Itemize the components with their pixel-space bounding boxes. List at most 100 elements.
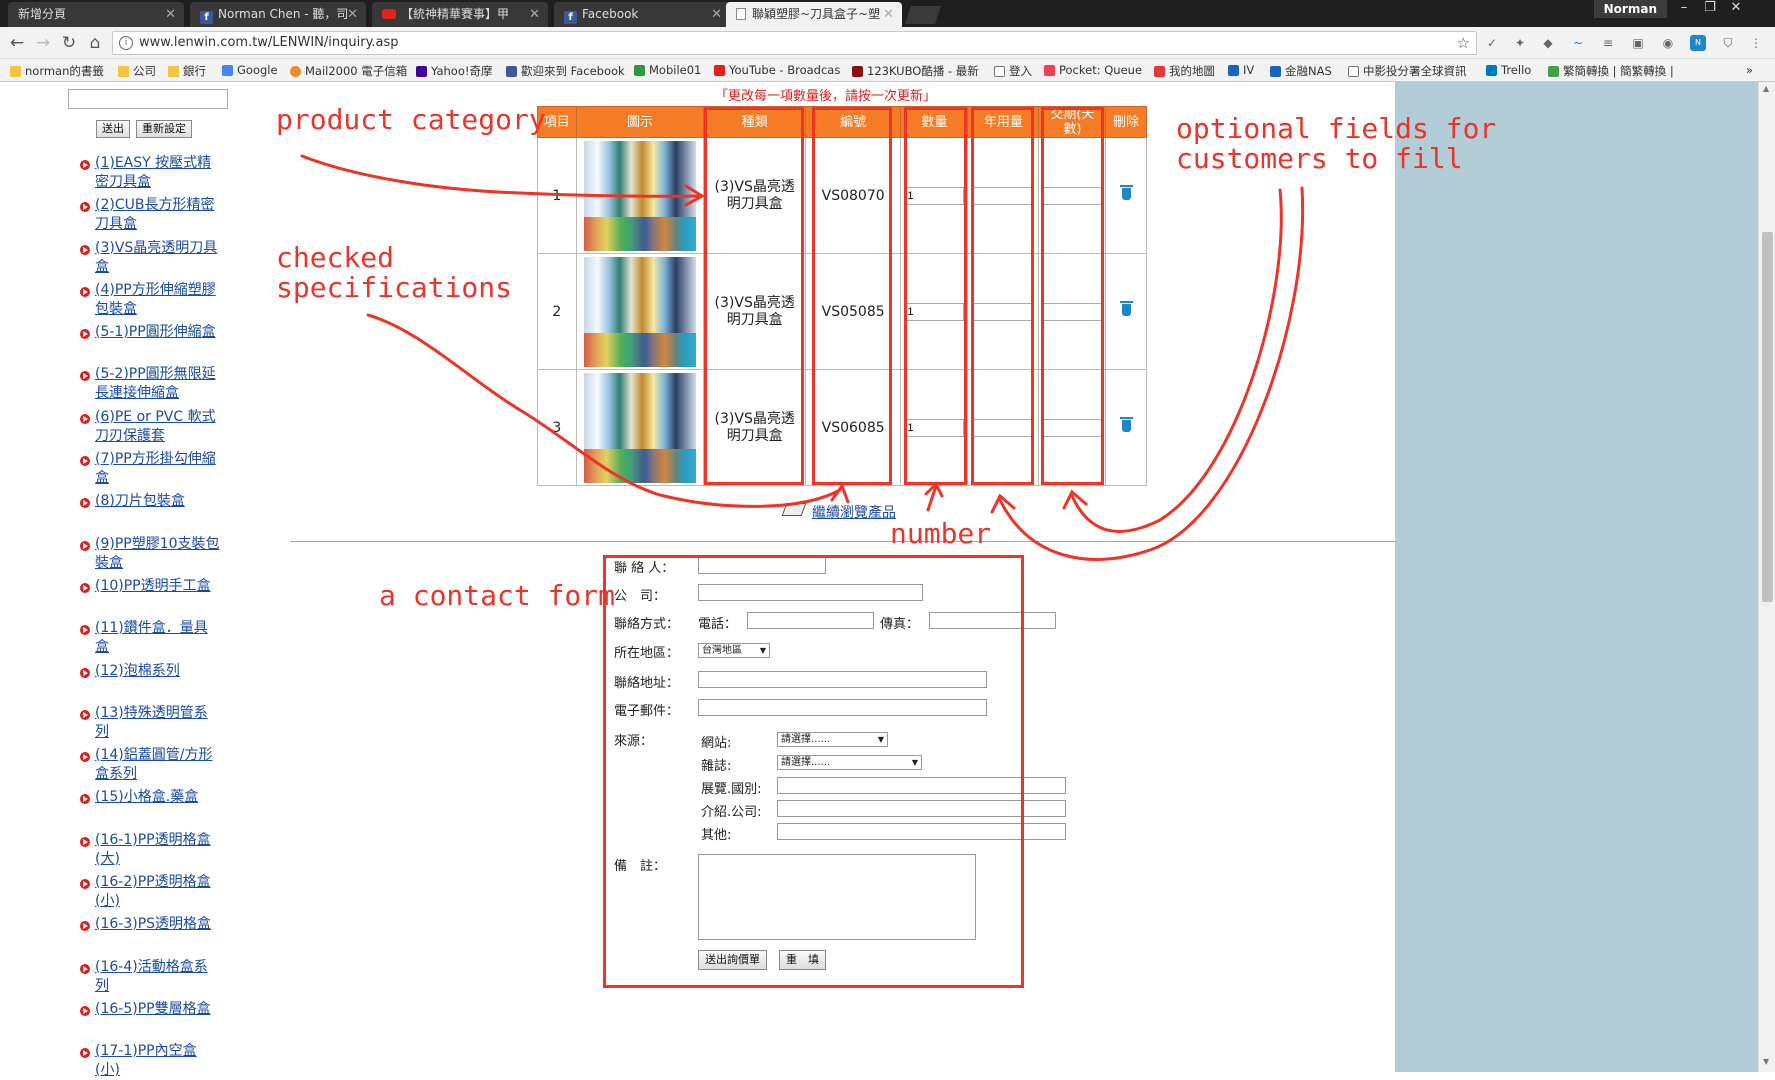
scroll-thumb[interactable]	[1762, 232, 1773, 602]
wave-ext-icon[interactable]: ~	[1570, 35, 1586, 51]
tab-new[interactable]: 新增分頁 ✕	[8, 2, 184, 27]
shield-ext-icon[interactable]: ⛉	[1720, 35, 1736, 51]
sidebar-category-link[interactable]: (17-1)PP內空盒(小)	[95, 1042, 220, 1080]
close-icon[interactable]: ✕	[165, 2, 176, 27]
sidebar-category-item[interactable]: (6)PE or PVC 軟式刀刃保護套	[80, 408, 220, 450]
sidebar-category-item[interactable]: (4)PP方形伸縮塑膠包裝盒	[80, 281, 220, 323]
sidebar-category-item[interactable]: (15)小格盒.藥盒	[80, 788, 220, 830]
sidebar-category-item[interactable]: (17-1)PP內空盒(小)	[80, 1042, 220, 1080]
minimize-icon[interactable]: –	[1671, 0, 1697, 18]
sidebar-category-item[interactable]: (16-4)活動格盒系列	[80, 958, 220, 1000]
sidebar-category-item[interactable]: (8)刀片包裝盒	[80, 492, 220, 534]
trash-icon[interactable]	[1119, 184, 1133, 200]
sidebar-category-link[interactable]: (6)PE or PVC 軟式刀刃保護套	[95, 408, 220, 446]
sidebar-category-item[interactable]: (16-2)PP透明格盒(小)	[80, 873, 220, 915]
sidebar-category-item[interactable]: (12)泡棉系列	[80, 662, 220, 704]
sidebar-category-link[interactable]: (7)PP方形掛勾伸縮盒	[95, 450, 220, 488]
info-icon[interactable]: i	[119, 36, 133, 50]
extension-icon[interactable]: ✦	[1512, 35, 1528, 51]
bookmark-item[interactable]: 銀行	[168, 63, 206, 79]
sidebar-category-item[interactable]: (13)特殊透明管系列	[80, 704, 220, 746]
sidebar-search-input[interactable]	[68, 89, 228, 109]
bookmark-item[interactable]: 123KUBO酷播 - 最新	[852, 63, 979, 79]
bookmark-item[interactable]: Google	[222, 63, 278, 77]
bookmark-item[interactable]: 公司	[118, 63, 156, 79]
bookmark-item[interactable]: 繁簡轉換 | 簡繁轉換 |	[1548, 63, 1674, 79]
close-icon[interactable]: ✕	[529, 2, 540, 27]
profile-button[interactable]: Norman	[1593, 0, 1667, 18]
bookmark-item[interactable]: IV	[1228, 63, 1254, 77]
new-tab-button[interactable]	[905, 6, 941, 24]
sidebar-category-link[interactable]: (5-2)PP圓形無限延長連接伸縮盒	[95, 365, 220, 403]
scroll-down-icon[interactable]: ▼	[1763, 1057, 1769, 1066]
reload-icon[interactable]: ↻	[58, 32, 80, 54]
tab-norman[interactable]: f Norman Chen - 聽，司 ✕	[190, 2, 366, 27]
bookmark-item[interactable]: Mail2000 電子信箱	[290, 63, 407, 79]
continue-browsing-link[interactable]: 繼續瀏覽產品	[812, 502, 896, 522]
sidebar-category-item[interactable]: (10)PP透明手工盒	[80, 577, 220, 619]
close-icon[interactable]: ✕	[883, 2, 894, 27]
sidebar-category-item[interactable]: (1)EASY 按壓式精密刀具盒	[80, 154, 220, 196]
sidebar-category-link[interactable]: (16-1)PP透明格盒(大)	[95, 831, 220, 869]
sidebar-category-link[interactable]: (8)刀片包裝盒	[95, 492, 220, 511]
sidebar-category-item[interactable]: (3)VS晶亮透明刀具盒	[80, 239, 220, 281]
sidebar-category-link[interactable]: (16-3)PS透明格盒	[95, 915, 220, 934]
extension-icon[interactable]: ≡	[1600, 35, 1616, 51]
back-icon[interactable]: ←	[6, 32, 28, 54]
sidebar-category-item[interactable]: (16-5)PP雙層格盒	[80, 1000, 220, 1042]
sidebar-category-link[interactable]: (1)EASY 按壓式精密刀具盒	[95, 154, 220, 192]
bookmark-item[interactable]: 中影投分署全球資訊	[1348, 63, 1467, 79]
sidebar-category-link[interactable]: (3)VS晶亮透明刀具盒	[95, 239, 220, 277]
product-image[interactable]	[584, 256, 696, 367]
sidebar-category-link[interactable]: (5-1)PP圓形伸縮盒	[95, 323, 220, 342]
url-input[interactable]: i www.lenwin.com.tw/LENWIN/inquiry.asp ☆	[112, 31, 1477, 55]
bookmark-item[interactable]: Mobile01	[634, 63, 701, 77]
sidebar-submit-button[interactable]: 送出	[96, 120, 130, 138]
restore-icon[interactable]: ❐	[1697, 0, 1723, 18]
product-image[interactable]	[584, 372, 696, 483]
extension-icon[interactable]: ◉	[1660, 35, 1676, 51]
sidebar-category-item[interactable]: (9)PP塑膠10支裝包裝盒	[80, 535, 220, 577]
bookmark-item[interactable]: 登入	[994, 63, 1032, 79]
scrollbar[interactable]: ▲ ▼	[1758, 82, 1775, 1072]
window-close-icon[interactable]: ✕	[1723, 0, 1749, 18]
pocket-ext-icon[interactable]: ◆	[1540, 35, 1556, 51]
sidebar-category-link[interactable]: (11)鑽件盒．量具盒	[95, 619, 220, 657]
bookmark-item[interactable]: norman的書籤	[10, 63, 104, 79]
bookmark-item[interactable]: Pocket: Queue	[1044, 63, 1142, 77]
bookmark-item[interactable]: 金融NAS	[1270, 63, 1332, 79]
menu-icon[interactable]: ⋮	[1748, 35, 1764, 51]
tab-youtube[interactable]: 【統神精華賽事】甲 ✕	[372, 2, 548, 27]
sidebar-category-link[interactable]: (15)小格盒.藥盒	[95, 788, 220, 807]
bookmarks-overflow-icon[interactable]: »	[1746, 63, 1753, 77]
bookmark-item[interactable]: 歡迎來到 Facebook	[506, 63, 625, 79]
home-icon[interactable]: ⌂	[84, 32, 106, 54]
new-ext-icon[interactable]: N	[1690, 35, 1706, 51]
sidebar-category-link[interactable]: (10)PP透明手工盒	[95, 577, 220, 596]
close-icon[interactable]: ✕	[711, 2, 722, 27]
sidebar-category-link[interactable]: (12)泡棉系列	[95, 662, 220, 681]
bookmark-item[interactable]: 我的地圖	[1154, 63, 1215, 79]
check-icon[interactable]: ✓	[1484, 35, 1500, 51]
sidebar-category-link[interactable]: (16-4)活動格盒系列	[95, 958, 220, 996]
extension-icon[interactable]: ▣	[1630, 35, 1646, 51]
bookmark-item[interactable]: Yahoo!奇摩	[416, 63, 492, 79]
bookmark-item[interactable]: Trello	[1486, 63, 1531, 77]
product-image[interactable]	[584, 140, 696, 251]
sidebar-category-item[interactable]: (5-1)PP圓形伸縮盒	[80, 323, 220, 365]
sidebar-category-link[interactable]: (14)鋁蓋圓管/方形盒系列	[95, 746, 220, 784]
sidebar-category-link[interactable]: (4)PP方形伸縮塑膠包裝盒	[95, 281, 220, 319]
forward-icon[interactable]: →	[32, 32, 54, 54]
sidebar-category-link[interactable]: (16-5)PP雙層格盒	[95, 1000, 220, 1019]
sidebar-category-link[interactable]: (13)特殊透明管系列	[95, 704, 220, 742]
sidebar-reset-button[interactable]: 重新設定	[136, 120, 192, 138]
sidebar-category-item[interactable]: (5-2)PP圓形無限延長連接伸縮盒	[80, 365, 220, 407]
sidebar-category-link[interactable]: (16-2)PP透明格盒(小)	[95, 873, 220, 911]
sidebar-category-item[interactable]: (7)PP方形掛勾伸縮盒	[80, 450, 220, 492]
sidebar-category-item[interactable]: (11)鑽件盒．量具盒	[80, 619, 220, 661]
trash-icon[interactable]	[1119, 416, 1133, 432]
close-icon[interactable]: ✕	[347, 2, 358, 27]
sidebar-category-item[interactable]: (14)鋁蓋圓管/方形盒系列	[80, 746, 220, 788]
bookmark-star-icon[interactable]: ☆	[1457, 34, 1470, 52]
trash-icon[interactable]	[1119, 300, 1133, 316]
